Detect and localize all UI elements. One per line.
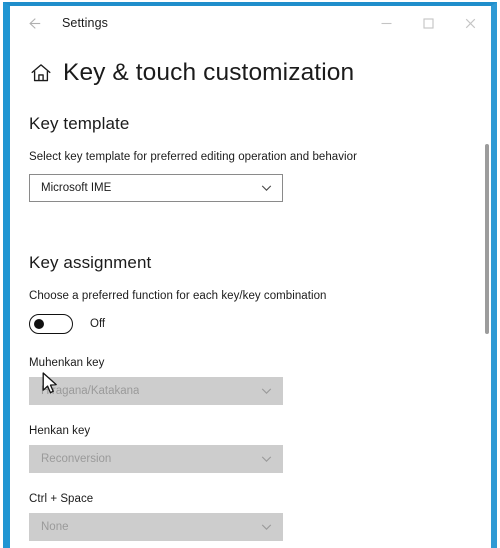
key-assignment-heading: Key assignment [29,253,152,272]
vertical-scrollbar-thumb[interactable] [485,144,489,334]
minimize-button[interactable] [365,8,407,38]
key-assignment-section: Key assignment Choose a preferred functi… [29,253,491,541]
muhenkan-key-value: Hiragana/Katakana [41,385,140,397]
ctrl-space-row: Ctrl + Space None [29,493,491,541]
key-template-section: Key template Select key template for pre… [29,114,491,202]
window-controls [365,6,491,40]
close-icon [465,18,475,28]
key-template-heading: Key template [29,114,130,133]
settings-window: Settings Key & touch customization Key t… [3,2,497,548]
title-bar: Settings [10,6,491,40]
chevron-down-icon [260,385,273,398]
ctrl-space-value: None [41,521,69,533]
back-button[interactable] [16,8,52,38]
home-icon [31,64,51,82]
muhenkan-key-row: Muhenkan key Hiragana/Katakana [29,357,491,405]
henkan-key-dropdown[interactable]: Reconversion [29,445,283,473]
muhenkan-key-label: Muhenkan key [29,357,105,369]
maximize-button[interactable] [407,8,449,38]
muhenkan-key-dropdown[interactable]: Hiragana/Katakana [29,377,283,405]
toggle-knob [34,319,44,329]
chevron-down-icon [260,521,273,534]
window-title: Settings [62,16,108,30]
key-template-value: Microsoft IME [41,182,112,194]
maximize-icon [422,17,434,29]
chevron-down-icon [260,453,273,466]
key-assignment-description: Choose a preferred function for each key… [29,290,327,302]
henkan-key-label: Henkan key [29,425,91,437]
vertical-scrollbar-track[interactable] [484,74,491,548]
page-header: Key & touch customization [29,59,491,87]
henkan-key-value: Reconversion [41,453,112,465]
key-template-description: Select key template for preferred editin… [29,151,357,163]
close-button[interactable] [449,8,491,38]
page-title: Key & touch customization [63,59,355,86]
key-assignment-toggle[interactable] [29,314,73,334]
henkan-key-row: Henkan key Reconversion [29,425,491,473]
ctrl-space-label: Ctrl + Space [29,493,94,505]
key-assignment-toggle-row: Off [29,314,491,334]
minimize-icon [381,22,391,24]
settings-content: Key & touch customization Key template S… [10,40,491,548]
toggle-state-label: Off [90,318,106,330]
chevron-down-icon [260,182,273,195]
back-arrow-icon [28,17,40,29]
key-template-dropdown[interactable]: Microsoft IME [29,174,283,202]
ctrl-space-dropdown[interactable]: None [29,513,283,541]
